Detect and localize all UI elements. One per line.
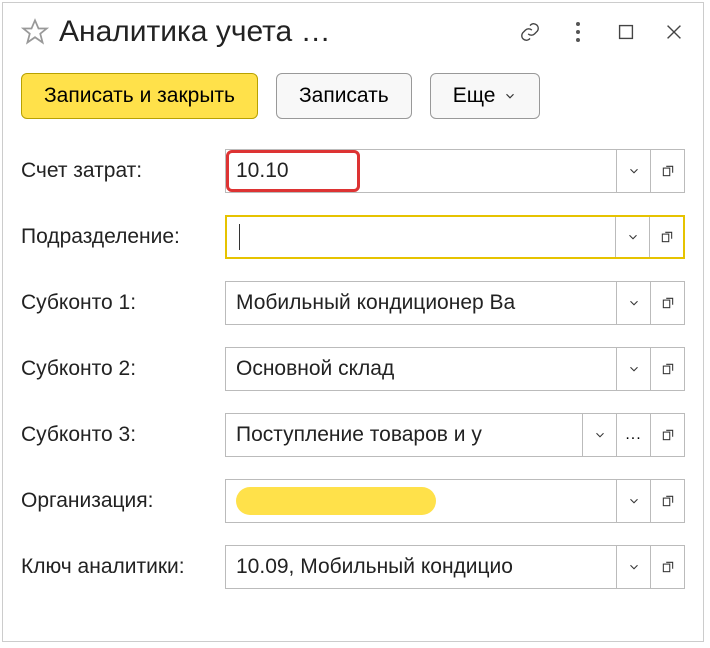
field-department[interactable] [225,215,685,259]
open-external-icon [661,296,675,310]
maximize-icon[interactable] [615,21,637,43]
label-org: Организация: [21,489,217,513]
chevron-down-icon [503,89,517,103]
favorite-star-icon[interactable] [21,18,49,46]
value-department[interactable] [227,217,615,257]
chevron-down-icon [626,230,640,244]
row-key: Ключ аналитики: 10.09, Мобильный кондици… [21,545,685,589]
label-department: Подразделение: [21,225,217,249]
ellipsis-icon: ... [625,426,641,444]
dropdown-button[interactable] [582,414,616,456]
row-account: Счет затрат: 10.10 [21,149,685,193]
open-external-icon [660,230,674,244]
value-key[interactable]: 10.09, Мобильный кондицио [226,546,616,588]
row-org: Организация: [21,479,685,523]
field-sub3[interactable]: Поступление товаров и у ... [225,413,685,457]
ellipsis-button[interactable]: ... [616,414,650,456]
open-button[interactable] [649,217,683,257]
save-and-close-button[interactable]: Записать и закрыть [21,73,258,119]
kebab-menu-icon[interactable] [567,21,589,43]
open-button[interactable] [650,546,684,588]
field-spacer [360,150,616,192]
open-external-icon [661,560,675,574]
dropdown-button[interactable] [616,480,650,522]
row-sub2: Субконто 2: Основной склад [21,347,685,391]
label-sub1: Субконто 1: [21,291,217,315]
row-sub3: Субконто 3: Поступление товаров и у ... [21,413,685,457]
titlebar-controls [519,21,685,43]
field-key[interactable]: 10.09, Мобильный кондицио [225,545,685,589]
label-sub2: Субконто 2: [21,357,217,381]
label-sub3: Субконто 3: [21,423,217,447]
open-external-icon [661,428,675,442]
chevron-down-icon [627,296,641,310]
dropdown-button[interactable] [616,282,650,324]
chevron-down-icon [627,164,641,178]
label-key: Ключ аналитики: [21,555,217,579]
dropdown-button[interactable] [616,150,650,192]
chevron-down-icon [627,362,641,376]
field-sub1[interactable]: Мобильный кондиционер Ва [225,281,685,325]
open-external-icon [661,494,675,508]
titlebar: Аналитика учета … [21,15,685,49]
dialog-window: Аналитика учета … Записать и закрыть Зап… [2,2,704,642]
field-org[interactable] [225,479,685,523]
chevron-down-icon [627,560,641,574]
value-sub2[interactable]: Основной склад [226,348,616,390]
link-icon[interactable] [519,21,541,43]
row-sub1: Субконто 1: Мобильный кондиционер Ва [21,281,685,325]
redacted-value [236,487,436,515]
value-org[interactable] [226,480,616,522]
chevron-down-icon [593,428,607,442]
field-account[interactable]: 10.10 [225,149,685,193]
value-sub1[interactable]: Мобильный кондиционер Ва [226,282,616,324]
value-account[interactable]: 10.10 [226,150,360,192]
toolbar: Записать и закрыть Записать Еще [21,73,685,119]
open-button[interactable] [650,414,684,456]
chevron-down-icon [627,494,641,508]
dropdown-button[interactable] [616,348,650,390]
more-button-label: Еще [453,84,496,108]
label-account: Счет затрат: [21,159,217,183]
open-button[interactable] [650,480,684,522]
dropdown-button[interactable] [616,546,650,588]
open-external-icon [661,164,675,178]
open-button[interactable] [650,282,684,324]
open-button[interactable] [650,348,684,390]
save-button[interactable]: Записать [276,73,412,119]
open-external-icon [661,362,675,376]
value-sub3[interactable]: Поступление товаров и у [226,414,582,456]
dropdown-button[interactable] [615,217,649,257]
more-button[interactable]: Еще [430,73,541,119]
close-icon[interactable] [663,21,685,43]
row-department: Подразделение: [21,215,685,259]
open-button[interactable] [650,150,684,192]
text-caret [239,224,240,250]
field-sub2[interactable]: Основной склад [225,347,685,391]
window-title: Аналитика учета … [59,15,509,49]
